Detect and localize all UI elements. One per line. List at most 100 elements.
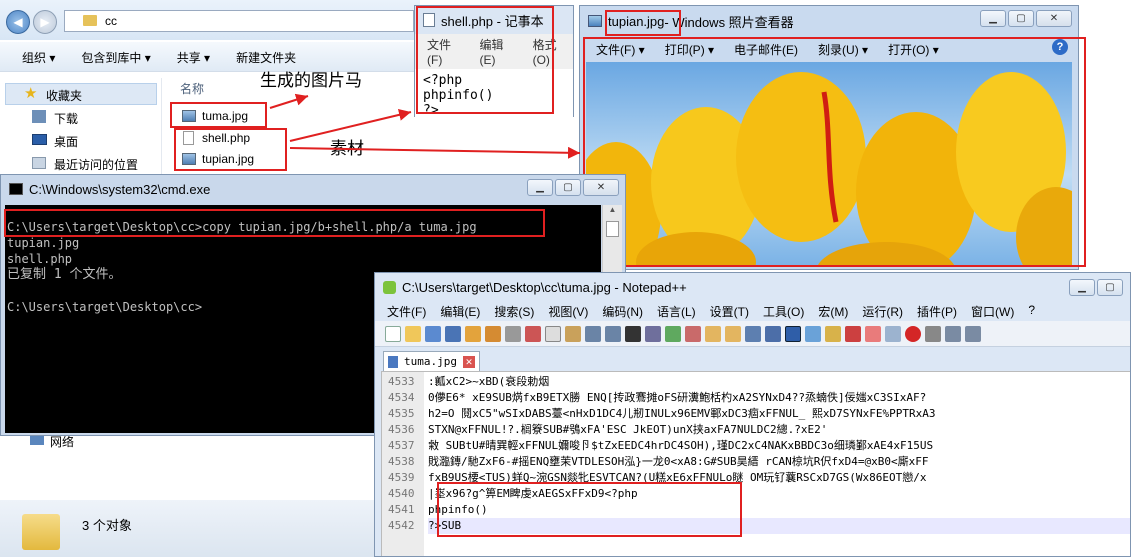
play-macro-icon[interactable] [945, 325, 961, 342]
doc-map-icon[interactable] [825, 325, 841, 342]
help-icon[interactable]: ? [1052, 39, 1068, 55]
indent-guide-icon[interactable] [785, 325, 801, 342]
code-line: STXN@xFFNUL!?.榈簝SUB#鴞xFA'ESC JkEOT)unX挟a… [428, 423, 828, 436]
menu-plugins[interactable]: 插件(P) [917, 303, 957, 321]
address-path: cc [105, 14, 117, 28]
text-line: <?php [423, 73, 463, 88]
menu-encoding[interactable]: 编码(N) [602, 303, 643, 321]
sidebar-item-recent[interactable]: 最近访问的位置 [30, 156, 138, 173]
replace-icon[interactable] [645, 325, 661, 342]
menu-file[interactable]: 文件(F) ▾ [596, 41, 645, 62]
minimize-button[interactable]: ▁ [1069, 279, 1095, 296]
sidebar-item-downloads[interactable]: 下载 [30, 110, 78, 127]
star-icon: ★ [24, 85, 38, 102]
notepadpp-window: C:\Users\target\Desktop\cc\tuma.jpg - No… [374, 272, 1131, 557]
text-line: ?> [423, 103, 439, 118]
save-icon[interactable] [425, 325, 441, 342]
show-all-icon[interactable] [765, 325, 781, 342]
close-tab-icon[interactable]: ✕ [462, 355, 475, 368]
print-icon[interactable] [505, 325, 521, 342]
folder-icon [83, 15, 97, 26]
file-icon [388, 355, 398, 368]
run-macro-multi-icon[interactable] [965, 325, 981, 342]
menu-file[interactable]: 文件(F) [387, 303, 426, 321]
menu-help[interactable]: ? [1028, 303, 1035, 321]
menu-burn[interactable]: 刻录(U) ▾ [818, 41, 868, 62]
cut-icon[interactable] [525, 325, 541, 342]
line-number: 4539 [388, 471, 415, 484]
menu-email[interactable]: 电子邮件(E) [734, 41, 798, 62]
menu-format[interactable]: 格式(O) [533, 36, 573, 67]
menu-run[interactable]: 运行(R) [862, 303, 903, 321]
paste-icon[interactable] [565, 325, 581, 342]
menu-settings[interactable]: 设置(T) [710, 303, 749, 321]
file-name: shell.php [202, 131, 251, 145]
menu-search[interactable]: 搜索(S) [494, 303, 534, 321]
redo-icon[interactable] [605, 325, 621, 342]
find-icon[interactable] [625, 325, 641, 342]
close-button[interactable]: ✕ [583, 179, 619, 196]
favorites-group[interactable]: ★ 收藏夹 [5, 83, 157, 105]
tab-tuma[interactable]: tuma.jpg ✕ [383, 351, 480, 371]
photo-viewer-window: tupian.jpg - Windows 照片查看器 ▁ ▢ ✕ 文件(F) ▾… [579, 5, 1079, 270]
text-content[interactable]: :瓤xC2>~xBD(衰段勅烟 0儚E6* xE9SUB焫fxB9ETX勝 ENQ… [428, 372, 1130, 556]
menu-open[interactable]: 打开(O) ▾ [888, 41, 939, 62]
menu-language[interactable]: 语言(L) [657, 303, 696, 321]
folder-workspace-icon[interactable] [865, 325, 881, 342]
tulip-photo [586, 72, 1072, 267]
code-line: :瓤xC2>~xBD(衰段勅烟 [428, 375, 550, 388]
share-button[interactable]: 共享 ▾ [177, 49, 210, 71]
copy-icon[interactable] [545, 325, 561, 342]
open-file-icon[interactable] [405, 325, 421, 342]
address-field[interactable]: cc [64, 10, 414, 32]
menu-window[interactable]: 窗口(W) [971, 303, 1014, 321]
sidebar-label-recent: 最近访问的位置 [54, 158, 139, 172]
minimize-button[interactable]: ▁ [980, 10, 1006, 27]
close-button[interactable]: ✕ [1036, 10, 1072, 27]
close-all-icon[interactable] [485, 325, 501, 342]
monitor-icon[interactable] [885, 325, 901, 342]
scroll-up-arrow[interactable]: ▲ [603, 205, 622, 219]
new-file-icon[interactable] [385, 325, 401, 342]
scroll-thumb[interactable] [606, 221, 619, 237]
file-item-tuma[interactable]: tuma.jpg [182, 109, 248, 123]
sidebar-item-desktop[interactable]: 桌面 [30, 133, 78, 150]
menu-print[interactable]: 打印(P) ▾ [665, 41, 714, 62]
zoom-in-icon[interactable] [665, 325, 681, 342]
sync-h-icon[interactable] [725, 325, 741, 342]
menu-edit[interactable]: 编辑(E) [440, 303, 480, 321]
npp-editor[interactable]: 4533 4534 4535 4536 4537 4538 4539 4540 4541 4542… [381, 371, 1130, 556]
maximize-button[interactable]: ▢ [1008, 10, 1034, 27]
record-macro-icon[interactable] [905, 325, 921, 342]
file-item-tupian[interactable]: tupian.jpg [182, 152, 254, 166]
include-library-button[interactable]: 包含到库中 ▾ [81, 49, 150, 71]
wrap-icon[interactable] [745, 325, 761, 342]
menu-file[interactable]: 文件(F) [427, 36, 465, 67]
save-all-icon[interactable] [445, 325, 461, 342]
close-file-icon[interactable] [465, 325, 481, 342]
sync-v-icon[interactable] [705, 325, 721, 342]
item-count: 3 个对象 [82, 518, 132, 533]
menu-edit[interactable]: 编辑(E) [479, 36, 518, 67]
forward-button[interactable]: ▶ [33, 10, 57, 34]
maximize-button[interactable]: ▢ [555, 179, 581, 196]
notepad-text-area[interactable]: <?php phpinfo() ?> [415, 69, 573, 131]
file-item-shell[interactable]: shell.php [182, 131, 250, 145]
maximize-button[interactable]: ▢ [1097, 279, 1123, 296]
zoom-out-icon[interactable] [685, 325, 701, 342]
menu-view[interactable]: 视图(V) [548, 303, 588, 321]
back-button[interactable]: ◀ [6, 10, 30, 34]
file-name: tuma.jpg [202, 109, 249, 123]
undo-icon[interactable] [585, 325, 601, 342]
minimize-button[interactable]: ▁ [527, 179, 553, 196]
cmd-output-line: shell.php [7, 252, 73, 266]
column-header-name[interactable]: 名称 [180, 80, 204, 97]
stop-macro-icon[interactable] [925, 325, 941, 342]
code-line: 敹 SUBtU#晴巽輕xFFNUL嬭唆卪$tZxEEDC4hrDC4SOH),瑾… [428, 439, 934, 452]
func-list-icon[interactable] [845, 325, 861, 342]
cmd-icon [9, 183, 23, 195]
organize-button[interactable]: 组织 ▾ [22, 49, 55, 71]
menu-macro[interactable]: 宏(M) [818, 303, 848, 321]
lang-icon[interactable] [805, 325, 821, 342]
menu-tools[interactable]: 工具(O) [763, 303, 804, 321]
